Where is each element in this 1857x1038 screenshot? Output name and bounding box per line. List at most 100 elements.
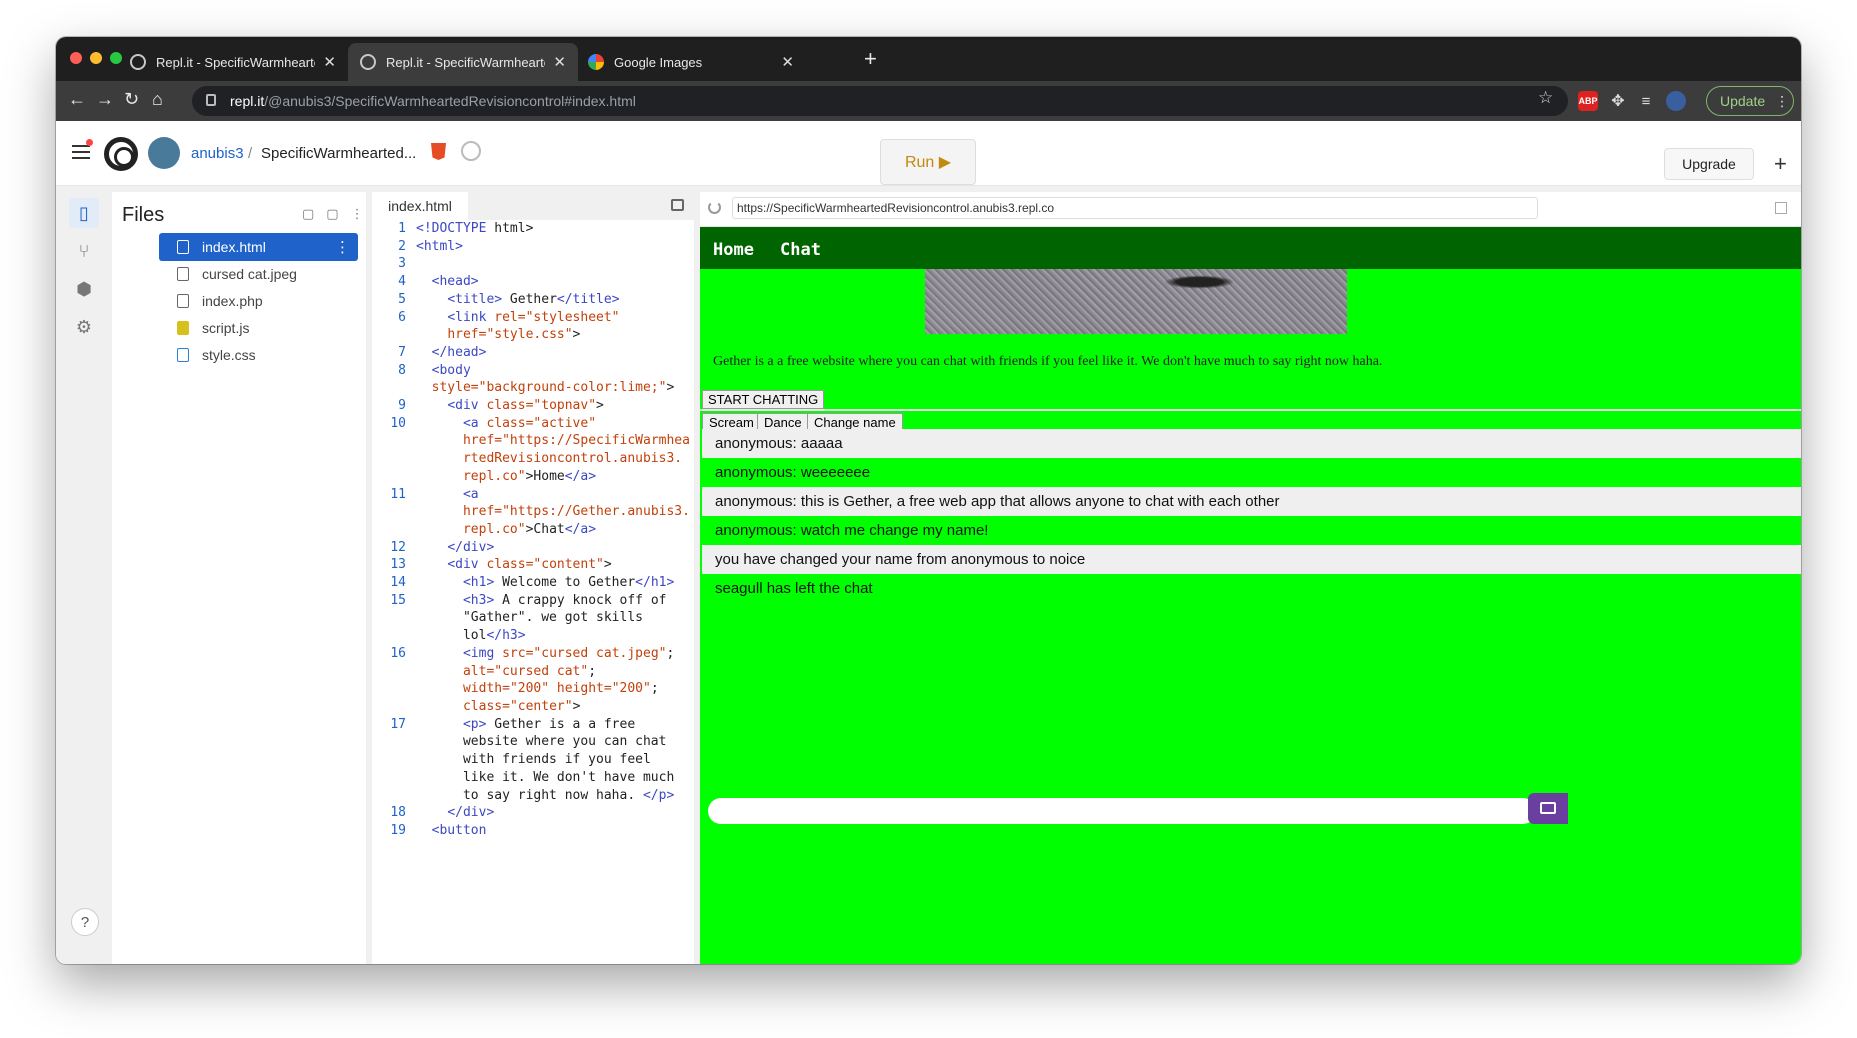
chat-message: anonymous: watch me change my name! [702,516,1801,545]
chat-message: anonymous: weeeeeee [702,458,1801,487]
webview-url-input[interactable]: https://SpecificWarmheartedRevisioncontr… [732,197,1538,219]
nav-link-chat[interactable]: Chat [780,240,821,260]
code-editor[interactable]: index.html 1 <!DOCTYPE html> 2 <html> 3 4 … [372,192,694,964]
chat-divider [700,835,1801,838]
browser-tab-3[interactable]: Google Images ✕ [576,43,806,81]
close-tab-icon[interactable]: ✕ [323,53,336,71]
file-actions[interactable]: ▢▢⋮ [302,206,376,222]
js-file-icon [177,321,189,335]
hamburger-menu-icon[interactable] [72,145,90,163]
site-description: Gether is a a free website where you can… [713,354,1383,369]
bookmark-star-icon[interactable]: ☆ [1538,88,1553,108]
packages-icon[interactable]: ⬢ [69,274,99,304]
forward-arrow-icon[interactable]: → [96,89,114,110]
extensions-puzzle-icon[interactable]: ✥ [1608,91,1628,111]
replit-header: anubis3 / SpecificWarmhearted... Run ▶ U… [56,121,1801,186]
profile-avatar-icon[interactable] [1666,91,1686,111]
replit-favicon-icon [130,54,146,70]
run-button[interactable]: Run ▶ [880,139,976,185]
chat-widget-button[interactable] [1528,793,1568,824]
editor-tab[interactable]: index.html [372,192,468,220]
html5-language-icon [431,143,446,160]
new-tab-button[interactable]: + [864,46,877,72]
open-in-new-tab-icon[interactable] [1775,202,1787,214]
notification-dot [86,139,93,146]
chat-input-bar [700,791,1801,831]
sidebar-rail: ▯ ⑂ ⬢ ⚙ ? [56,186,112,964]
adblock-extension-icon[interactable]: ABP [1578,91,1598,111]
home-icon[interactable]: ⌂ [152,89,163,110]
google-favicon-icon [588,54,604,70]
chat-actions-row: Scream Dance Change name [700,409,1801,431]
reload-icon[interactable]: ↻ [124,89,139,110]
chat-input[interactable] [708,798,1536,824]
breadcrumb-user[interactable]: anubis3 [191,145,244,162]
back-arrow-icon[interactable]: ← [68,89,86,110]
chrome-update-button[interactable]: Update ⋮ [1706,86,1794,116]
browser-window: Repl.it - SpecificWarmhearted ✕ Repl.it … [56,37,1801,964]
tab-title: Google Images [614,54,703,70]
chat-message: anonymous: aaaaa [702,429,1801,458]
history-icon[interactable] [461,141,481,161]
browser-toolbar: ← → ↻ ⌂ repl.it/@anubis3/SpecificWarmhea… [56,81,1801,121]
address-bar[interactable]: repl.it/@anubis3/SpecificWarmheartedRevi… [192,86,1568,116]
reading-list-icon[interactable]: ≡ [1636,91,1656,111]
file-item-index-html[interactable]: index.html ⋮ [159,233,358,261]
file-item-cursed-cat[interactable]: cursed cat.jpeg [159,260,358,288]
file-icon [177,267,189,281]
chat-message: you have changed your name from anonymou… [702,545,1801,574]
chat-messages: anonymous: aaaaa anonymous: weeeeeee ano… [702,429,1801,603]
replit-logo[interactable] [104,137,138,171]
minimize-window-button[interactable] [90,52,102,64]
breadcrumb-project[interactable]: SpecificWarmhearted... [261,145,416,162]
site-body: Home Chat Gether is a a free website whe… [700,227,1801,964]
version-control-icon[interactable]: ⑂ [69,236,99,266]
user-avatar[interactable] [148,137,180,169]
chat-message: seagull has left the chat [702,574,1801,603]
help-button[interactable]: ? [71,908,99,936]
file-name: style.css [202,347,256,363]
file-tree-panel: Files ▢▢⋮ index.html ⋮ cursed cat.jpeg i… [112,192,366,964]
file-item-style-css[interactable]: style.css [159,341,358,369]
chat-bubble-icon [1540,802,1556,814]
tab-title: Repl.it - SpecificWarmhearted [156,54,316,70]
css-file-icon [177,348,189,362]
file-menu-icon[interactable]: ⋮ [335,238,350,256]
lock-icon [206,94,216,106]
files-icon[interactable]: ▯ [69,198,99,228]
editor-menu-icon[interactable] [671,199,684,211]
replit-favicon-icon [360,54,376,70]
close-tab-icon[interactable]: ✕ [553,53,566,71]
webview-panel: https://SpecificWarmheartedRevisioncontr… [700,192,1801,964]
chat-message: anonymous: this is Gether, a free web ap… [702,487,1801,516]
chrome-menu-icon[interactable]: ⋮ [1775,93,1789,110]
file-name: script.js [202,320,250,336]
file-item-script-js[interactable]: script.js [159,314,358,342]
breadcrumb-separator: / [248,145,253,162]
html-file-icon [177,240,189,254]
editor-tab-bar: index.html [372,192,694,220]
tab-title: Repl.it - SpecificWarmhearted [386,54,546,70]
file-name: index.php [202,293,263,309]
update-label: Update [1720,93,1766,109]
settings-gear-icon[interactable]: ⚙ [69,312,99,342]
nav-link-home[interactable]: Home [713,240,754,260]
code-content[interactable]: 1 <!DOCTYPE html> 2 <html> 3 4 <head> 5 <t… [372,220,694,840]
cursed-cat-image [925,269,1347,334]
upgrade-button[interactable]: Upgrade [1664,148,1754,180]
close-window-button[interactable] [70,52,82,64]
file-name: index.html [202,239,266,255]
webview-url-bar: https://SpecificWarmheartedRevisioncontr… [700,192,1801,227]
browser-tab-bar: Repl.it - SpecificWarmhearted ✕ Repl.it … [56,37,1801,81]
site-topnav: Home Chat [700,227,1801,269]
file-item-index-php[interactable]: index.php [159,287,358,315]
webview-reload-icon[interactable] [708,201,721,214]
file-name: cursed cat.jpeg [202,266,297,282]
browser-tab-2[interactable]: Repl.it - SpecificWarmhearted ✕ [348,43,578,81]
add-icon[interactable]: + [1774,151,1787,177]
browser-tab-1[interactable]: Repl.it - SpecificWarmhearted ✕ [118,43,348,81]
close-tab-icon[interactable]: ✕ [781,53,794,71]
url-host: repl.it [230,93,265,109]
start-chatting-button[interactable]: START CHATTING [702,390,825,409]
file-icon [177,294,189,308]
